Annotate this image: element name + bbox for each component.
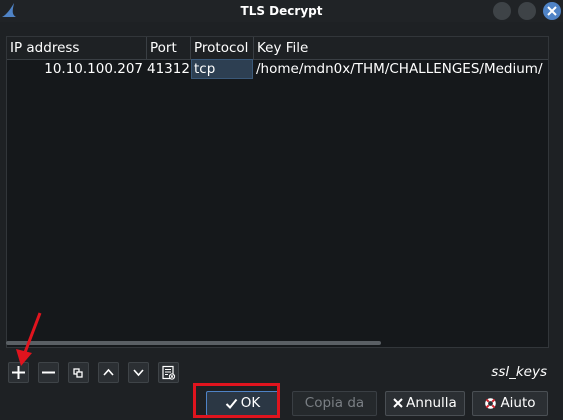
help-button[interactable]: Aiuto — [472, 391, 548, 416]
copy-from-label: Copia da — [304, 395, 365, 411]
cell-port[interactable]: 41312 — [147, 59, 191, 79]
column-header-port[interactable]: Port — [147, 37, 191, 59]
horizontal-scrollbar[interactable] — [6, 341, 381, 345]
up-arrow-icon — [103, 368, 114, 376]
cancel-button-label: Annulla — [406, 395, 457, 411]
table-header: IP address Port Protocol Key File — [7, 37, 548, 60]
minimize-button[interactable] — [493, 2, 511, 20]
close-button[interactable] — [543, 2, 561, 20]
table-row[interactable]: 10.10.100.207 41312 tcp /home/mdn0x/THM/… — [7, 59, 548, 79]
cell-ip[interactable]: 10.10.100.207 — [7, 59, 147, 79]
window-title: TLS Decrypt — [240, 4, 323, 18]
column-header-key-file[interactable]: Key File — [254, 37, 548, 59]
help-button-label: Aiuto — [500, 395, 536, 411]
close-icon — [547, 6, 557, 16]
copy-entry-button[interactable] — [68, 362, 89, 383]
lifebuoy-icon — [485, 397, 497, 409]
red-annotation-arrow — [16, 312, 42, 366]
cancel-button[interactable]: Annulla — [385, 391, 465, 416]
title-bar: TLS Decrypt — [0, 0, 563, 22]
copy-icon — [73, 368, 83, 378]
down-arrow-icon — [133, 369, 144, 377]
red-highlight-box — [193, 383, 280, 418]
copy-from-button: Copia da — [292, 391, 377, 416]
clear-icon — [162, 365, 176, 380]
keys-table[interactable]: IP address Port Protocol Key File 10.10.… — [6, 36, 549, 348]
clear-entries-button[interactable] — [158, 362, 179, 383]
column-header-protocol[interactable]: Protocol — [191, 37, 254, 59]
move-down-button[interactable] — [128, 362, 149, 383]
maximize-button[interactable] — [518, 2, 536, 20]
cell-protocol[interactable]: tcp — [191, 59, 253, 79]
move-up-button[interactable] — [98, 362, 119, 383]
preference-name-label: ssl_keys — [491, 364, 547, 380]
x-icon — [393, 398, 403, 408]
column-header-ip[interactable]: IP address — [7, 37, 147, 59]
cell-key-file[interactable]: /home/mdn0x/THM/CHALLENGES/Medium/ — [256, 59, 548, 79]
